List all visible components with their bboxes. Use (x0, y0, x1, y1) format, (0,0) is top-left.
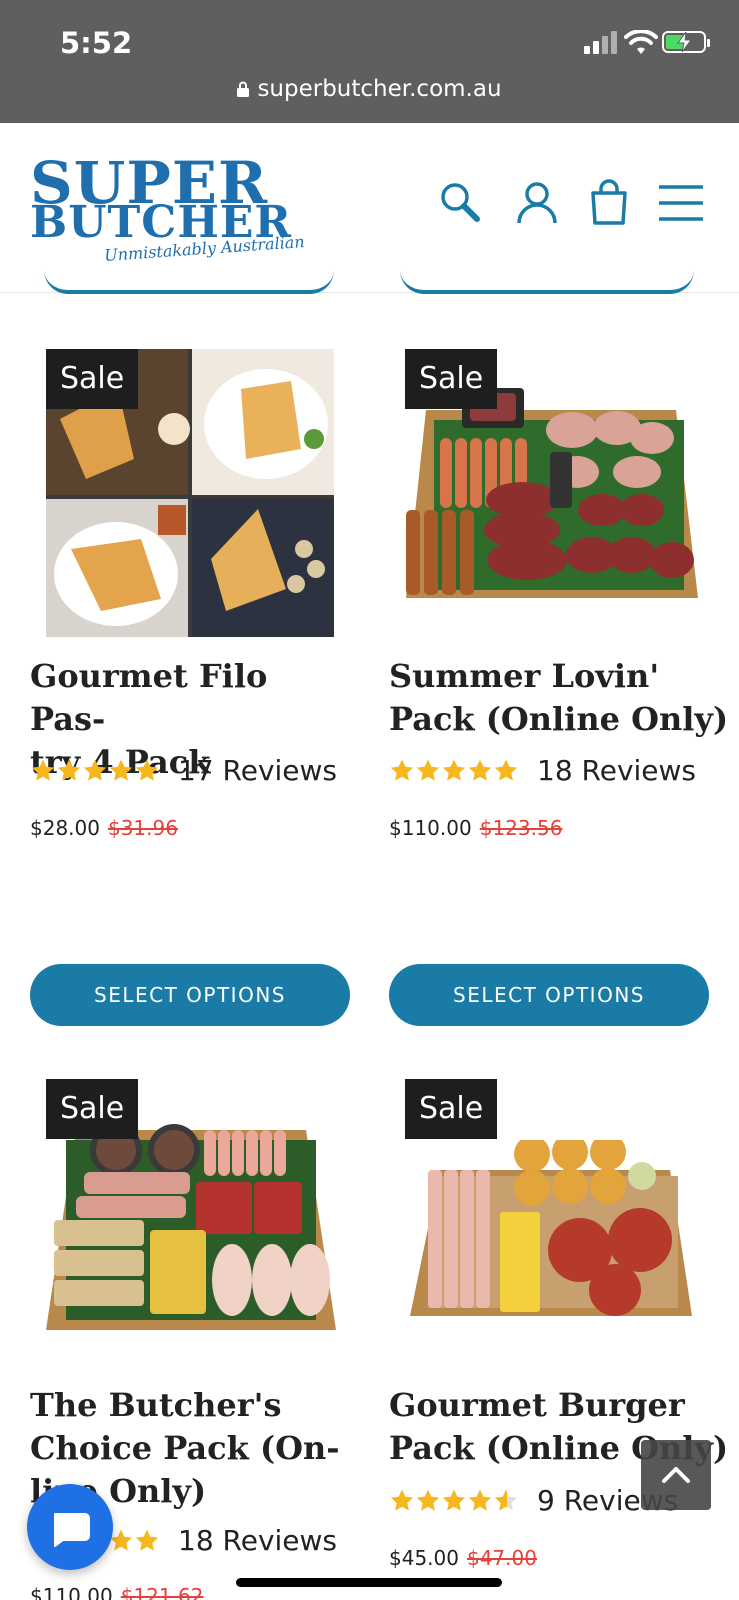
product-rating: 17 Reviews (30, 754, 337, 787)
select-options-button[interactable]: SELECT OPTIONS (30, 964, 350, 1026)
chat-button[interactable] (27, 1484, 113, 1570)
star-icon (390, 759, 414, 781)
star-half-icon (494, 1489, 518, 1511)
sale-badge: Sale (405, 1079, 498, 1139)
product-rating: 9 Reviews (389, 1484, 678, 1517)
home-indicator (236, 1578, 502, 1587)
product-title[interactable]: Summer Lovin' Pack (Online Only) (389, 655, 729, 741)
chat-bubble-icon (54, 1513, 90, 1547)
star-icon (135, 1529, 159, 1551)
star-icon (135, 759, 159, 781)
cart-icon[interactable] (585, 179, 633, 227)
menu-icon[interactable] (657, 179, 705, 227)
original-price: $47.00 (466, 1546, 537, 1570)
wifi-icon (624, 30, 658, 54)
product-price: $110.00 $121.62 (30, 1584, 203, 1600)
star-icon (390, 1489, 414, 1511)
original-price: $123.56 (479, 816, 563, 840)
previous-row-button[interactable] (44, 270, 334, 294)
product-price: $28.00 $31.96 (30, 816, 178, 840)
sale-price: $110.00 (389, 816, 472, 840)
product-price: $110.00 $123.56 (389, 816, 562, 840)
battery-icon (662, 31, 710, 53)
original-price: $121.62 (120, 1584, 204, 1600)
star-icon (442, 759, 466, 781)
original-price: $31.96 (107, 816, 178, 840)
url-text: superbutcher.com.au (257, 76, 502, 102)
account-icon[interactable] (513, 179, 561, 227)
star-icon (494, 759, 518, 781)
select-options-button[interactable]: SELECT OPTIONS (389, 964, 709, 1026)
star-icon (442, 1489, 466, 1511)
product-price: $45.00 $47.00 (389, 1546, 537, 1570)
sale-price: $110.00 (30, 1584, 113, 1600)
star-rating (30, 758, 160, 784)
star-icon (109, 759, 133, 781)
sale-price: $28.00 (30, 816, 100, 840)
product-image[interactable] (410, 1140, 692, 1318)
chevron-up-icon (662, 1467, 690, 1483)
sale-badge: Sale (46, 1079, 139, 1139)
status-bar: 5:52 superbutcher.com.au (0, 0, 739, 123)
star-icon (468, 759, 492, 781)
product-image[interactable] (46, 1120, 336, 1332)
sale-price: $45.00 (389, 1546, 459, 1570)
product-rating: 18 Reviews (389, 754, 696, 787)
sale-badge: Sale (405, 349, 498, 409)
star-rating (389, 1488, 519, 1514)
star-icon (31, 759, 55, 781)
cellular-signal-icon (584, 30, 620, 54)
star-icon (416, 759, 440, 781)
star-icon (468, 1489, 492, 1511)
back-to-top-button[interactable] (641, 1440, 711, 1510)
star-icon (83, 759, 107, 781)
reviews-link[interactable]: 18 Reviews (178, 1524, 337, 1557)
site-logo[interactable]: SUPER BUTCHER Unmistakably Australian (30, 149, 305, 265)
reviews-link[interactable]: 17 Reviews (178, 754, 337, 787)
address-bar[interactable]: superbutcher.com.au (0, 76, 739, 102)
sale-badge: Sale (46, 349, 139, 409)
site-header: SUPER BUTCHER Unmistakably Australian (0, 123, 739, 293)
previous-row-button[interactable] (400, 270, 694, 294)
reviews-link[interactable]: 18 Reviews (537, 754, 696, 787)
star-icon (57, 759, 81, 781)
star-icon (416, 1489, 440, 1511)
star-rating (389, 758, 519, 784)
search-icon[interactable] (437, 179, 485, 227)
lock-icon (237, 81, 250, 97)
status-time: 5:52 (60, 26, 133, 60)
